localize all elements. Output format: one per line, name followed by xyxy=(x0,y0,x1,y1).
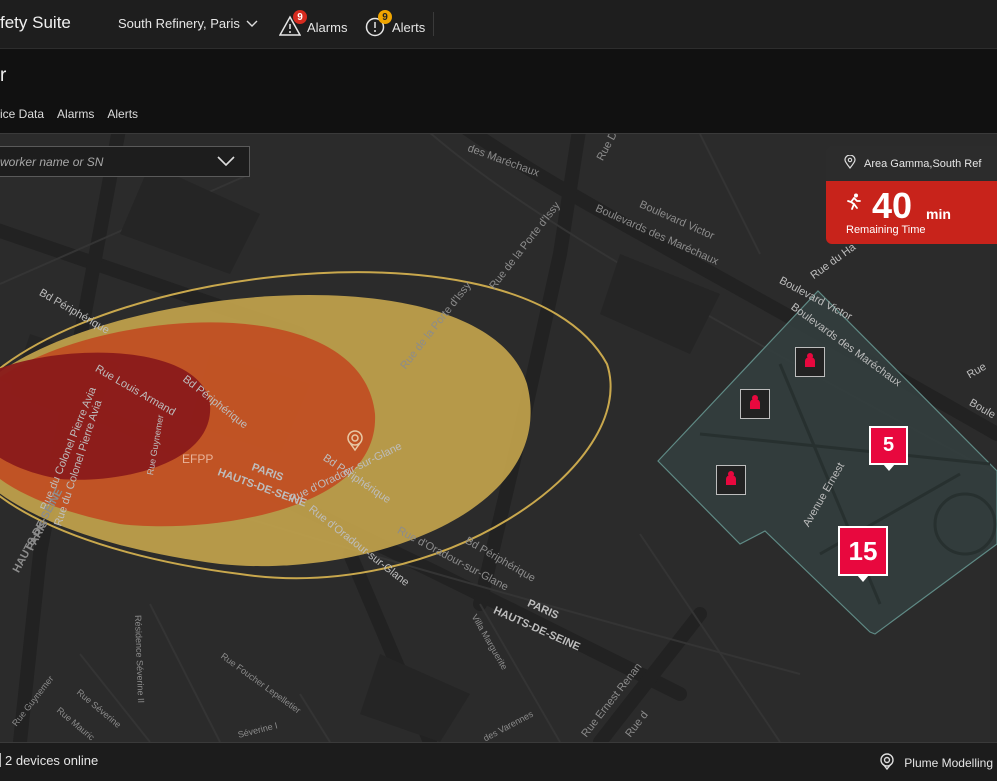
plume-modelling-button[interactable]: Plume Modelling xyxy=(878,752,993,773)
site-selector[interactable]: South Refinery, Paris xyxy=(118,16,258,31)
remaining-time-value: 40 xyxy=(872,185,913,226)
worker-count-marker[interactable]: 5 xyxy=(869,426,908,471)
search-placeholder: worker name or SN xyxy=(0,154,104,169)
chevron-down-icon xyxy=(217,153,235,171)
tab-bar: ice Data Alarms Alerts xyxy=(0,107,138,121)
status-bar: 2 devices online Plume Modelling xyxy=(0,742,997,781)
worker-icon xyxy=(802,352,818,373)
area-name: Area Gamma,South Ref xyxy=(864,157,982,170)
alerts-count-badge: 9 xyxy=(378,10,392,24)
area-header: Area Gamma,South Ref xyxy=(826,146,997,181)
worker-marker[interactable] xyxy=(740,389,770,419)
top-bar: fety Suite South Refinery, Paris 9 Alarm… xyxy=(0,0,997,49)
plume-icon xyxy=(878,752,896,773)
tab-alerts[interactable]: Alerts xyxy=(107,107,138,121)
worker-marker[interactable] xyxy=(716,465,746,495)
worker-count-marker[interactable]: 15 xyxy=(838,526,888,582)
location-pin-icon xyxy=(844,154,856,172)
tab-alarms[interactable]: Alarms xyxy=(57,107,94,121)
worker-icon xyxy=(723,470,739,491)
plume-modelling-label: Plume Modelling xyxy=(904,755,993,770)
worker-search-select[interactable]: worker name or SN xyxy=(0,146,250,177)
alarms-button[interactable]: 9 Alarms xyxy=(278,10,348,36)
alarms-count-badge: 9 xyxy=(293,10,307,24)
worker-icon xyxy=(747,394,763,415)
warning-triangle-icon xyxy=(278,15,302,40)
site-name: South Refinery, Paris xyxy=(118,16,240,31)
chevron-down-icon xyxy=(246,16,258,31)
devices-online-text: 2 devices online xyxy=(5,753,99,768)
alerts-button[interactable]: 9 Alerts xyxy=(364,10,426,37)
devices-online: 2 devices online xyxy=(0,753,98,768)
divider xyxy=(433,12,434,36)
alarms-label: Alarms xyxy=(307,19,348,35)
app-title: fety Suite xyxy=(0,13,71,32)
page-title: r xyxy=(0,65,7,86)
worker-marker[interactable] xyxy=(795,347,825,377)
remaining-time-label: Remaining Time xyxy=(846,224,926,236)
alert-circle-icon xyxy=(364,17,386,40)
page-header: r ice Data Alarms Alerts xyxy=(0,49,997,134)
remaining-time-panel: 40 min Remaining Time xyxy=(826,181,997,244)
running-person-icon xyxy=(845,193,863,216)
divider xyxy=(0,753,1,767)
area-timer-card[interactable]: Area Gamma,South Ref 40 min Remaining Ti… xyxy=(826,146,997,256)
map-view[interactable]: des Maréchaux Rue Desh Boulevard Victor … xyxy=(0,134,997,742)
tab-device-data[interactable]: ice Data xyxy=(0,107,44,121)
alerts-label: Alerts xyxy=(392,19,426,35)
plume-source-label: EFPP xyxy=(182,452,214,466)
remaining-time-unit: min xyxy=(926,206,951,222)
